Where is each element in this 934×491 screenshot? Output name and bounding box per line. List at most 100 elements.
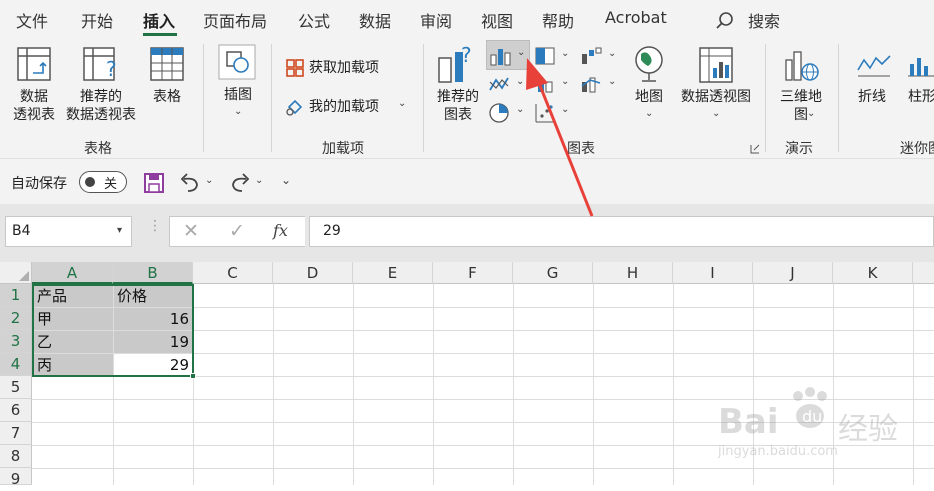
chevron-down-icon[interactable]: ⌄	[807, 108, 815, 119]
recommended-pivot-button[interactable]: 推荐的 数据透视表	[62, 88, 140, 124]
column-header-g[interactable]: G	[513, 262, 593, 284]
column-header-h[interactable]: H	[593, 262, 673, 284]
chevron-down-icon[interactable]: ⌄	[645, 108, 653, 119]
map-icon[interactable]	[632, 44, 666, 84]
pivot-chart-icon[interactable]	[698, 46, 734, 84]
column-header-c[interactable]: C	[193, 262, 273, 284]
column-header-d[interactable]: D	[273, 262, 353, 284]
row-header-3[interactable]: 3	[0, 330, 32, 353]
combo-chart-icon[interactable]	[580, 74, 604, 94]
tab-formulas[interactable]: 公式	[298, 8, 330, 32]
search-label[interactable]: 搜索	[748, 8, 780, 32]
tab-insert[interactable]: 插入	[143, 8, 175, 32]
column-header-e[interactable]: E	[353, 262, 433, 284]
chevron-down-icon[interactable]: ⌄	[516, 76, 524, 87]
chevron-down-icon[interactable]: ⌄	[608, 48, 616, 59]
row-header-6[interactable]: 6	[0, 399, 32, 422]
gridline	[673, 284, 674, 485]
chevron-down-icon[interactable]: ⌄	[561, 76, 569, 87]
enter-icon[interactable]: ✓	[229, 220, 245, 242]
pivot-chart-button[interactable]: 数据透视图	[676, 88, 756, 106]
splitter-icon[interactable]: ⋮	[148, 218, 162, 234]
row-header-7[interactable]: 7	[0, 422, 32, 445]
scatter-chart-icon[interactable]	[534, 102, 556, 124]
recommended-pivot-icon[interactable]: ?	[82, 46, 122, 84]
statistic-chart-icon[interactable]	[534, 74, 556, 94]
my-addins-button[interactable]: 我的加载项	[309, 98, 379, 116]
chevron-down-icon[interactable]: ⌄	[205, 175, 213, 186]
table-button[interactable]: 表格	[146, 88, 188, 106]
gridline	[353, 284, 354, 485]
gridline	[513, 284, 514, 485]
map-button[interactable]: 地图	[630, 88, 668, 106]
tab-acrobat[interactable]: Acrobat	[605, 8, 667, 27]
column-header-b[interactable]: B	[113, 262, 193, 284]
chevron-down-icon[interactable]: ⌄	[517, 47, 525, 58]
recommended-charts-icon[interactable]: ?	[437, 44, 479, 84]
column-header-a[interactable]: A	[32, 262, 113, 284]
row-header-9[interactable]: 9	[0, 468, 32, 488]
tab-data[interactable]: 数据	[359, 8, 391, 32]
chevron-down-icon[interactable]: ⌄	[561, 104, 569, 115]
column-header-i[interactable]: I	[673, 262, 753, 284]
name-box[interactable]: B4 ▾	[5, 216, 132, 247]
row-header-2[interactable]: 2	[0, 307, 32, 330]
tab-help[interactable]: 帮助	[542, 8, 574, 32]
pivot-table-button[interactable]: 数据 透视表	[10, 88, 58, 124]
sparkline-line-icon[interactable]	[856, 52, 892, 80]
fill-handle[interactable]	[190, 373, 196, 379]
illustrations-button[interactable]: 插图	[218, 86, 258, 104]
3d-map-icon[interactable]	[782, 46, 822, 84]
divider	[203, 44, 204, 152]
chevron-down-icon[interactable]: ⌄	[398, 98, 406, 109]
chevron-down-icon[interactable]: ⌄	[561, 48, 569, 59]
customize-qat-icon[interactable]: ⌄	[281, 173, 291, 187]
chevron-down-icon[interactable]: ⌄	[234, 106, 242, 117]
chevron-down-icon[interactable]: ⌄	[255, 175, 263, 186]
save-icon[interactable]	[143, 172, 165, 194]
recommended-charts-button[interactable]: 推荐的 图表	[434, 88, 482, 124]
3d-map-button[interactable]: 三维地图	[776, 88, 826, 124]
tab-file[interactable]: 文件	[16, 8, 48, 32]
tab-view[interactable]: 视图	[481, 8, 513, 32]
column-chart-button[interactable]: ⌄	[486, 40, 530, 70]
worksheet-grid[interactable]: A B C D E F G H I J K 1 2 3 4 5 6 7 8 9 …	[0, 262, 934, 488]
pivot-table-icon[interactable]	[16, 46, 54, 84]
tab-home[interactable]: 开始	[81, 8, 113, 32]
row-header-5[interactable]: 5	[0, 376, 32, 399]
chevron-down-icon[interactable]: ▾	[117, 225, 122, 236]
select-all-corner[interactable]	[0, 262, 32, 284]
formula-input[interactable]: 29	[309, 216, 934, 247]
chevron-down-icon[interactable]: ⌄	[516, 104, 524, 115]
pie-chart-icon[interactable]	[488, 102, 510, 124]
line-chart-icon[interactable]	[488, 74, 512, 94]
tab-page-layout[interactable]: 页面布局	[203, 8, 267, 32]
column-header-f[interactable]: F	[433, 262, 513, 284]
tab-review[interactable]: 审阅	[420, 8, 452, 32]
chevron-down-icon[interactable]: ⌄	[608, 76, 616, 87]
autosave-state: 关	[104, 177, 118, 192]
sparkline-column-button[interactable]: 柱形	[908, 88, 934, 106]
svg-text:du: du	[802, 407, 822, 426]
redo-icon[interactable]	[228, 171, 252, 195]
sparkline-line-button[interactable]: 折线	[858, 88, 886, 106]
waterfall-chart-icon[interactable]	[580, 46, 604, 66]
search-icon[interactable]	[715, 11, 735, 31]
illustrations-icon[interactable]	[218, 44, 258, 82]
autosave-toggle[interactable]: 关	[79, 171, 127, 193]
hierarchy-chart-icon[interactable]	[534, 46, 556, 66]
cancel-icon[interactable]: ✕	[183, 220, 199, 242]
table-icon[interactable]	[149, 46, 185, 82]
chevron-down-icon[interactable]: ⌄	[712, 108, 720, 119]
insert-function-icon[interactable]: fx	[273, 221, 288, 240]
row-header-8[interactable]: 8	[0, 445, 32, 468]
undo-icon[interactable]	[178, 171, 202, 195]
row-header-4[interactable]: 4	[0, 353, 32, 376]
column-header-k[interactable]: K	[833, 262, 913, 284]
column-header-l[interactable]	[913, 262, 934, 284]
column-header-j[interactable]: J	[753, 262, 833, 284]
sparkline-column-icon[interactable]	[906, 52, 934, 80]
row-header-1[interactable]: 1	[0, 284, 32, 307]
dialog-launcher-icon[interactable]	[750, 144, 760, 154]
get-addins-button[interactable]: 获取加载项	[309, 59, 379, 77]
